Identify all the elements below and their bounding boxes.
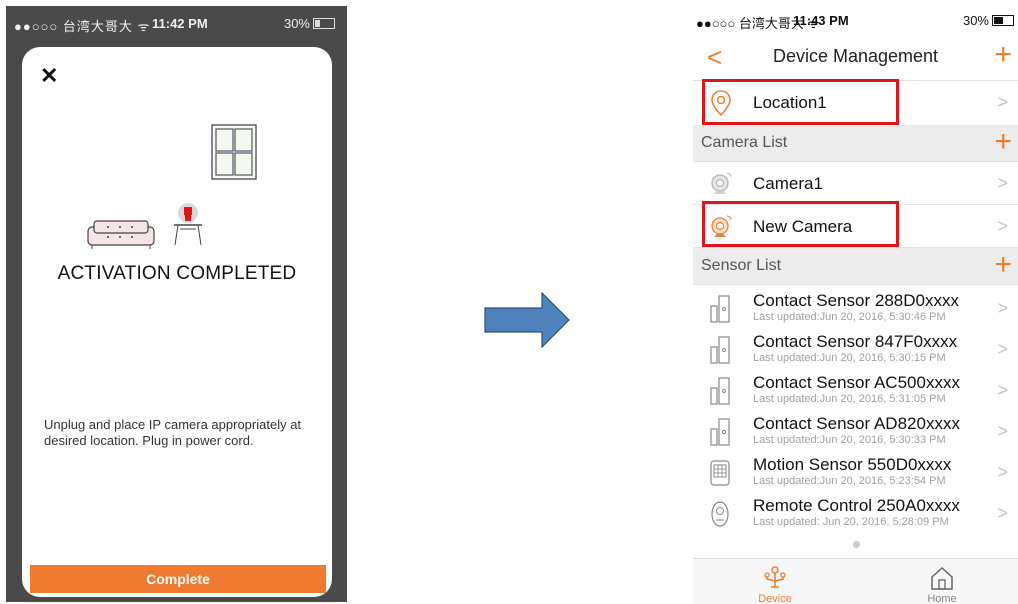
tab-device[interactable]: Device [725, 559, 825, 604]
sensor-name: Contact Sensor 847F0xxxx [753, 332, 958, 351]
sensor-list-header: Sensor List + [693, 248, 1018, 285]
battery-percent: 30% [283, 16, 310, 31]
sensor-last-updated: Last updated: Jun 20, 2016, 5:28:09 PM [753, 516, 949, 528]
battery-icon [313, 18, 335, 29]
close-icon[interactable]: ✕ [40, 63, 58, 89]
battery-icon [992, 15, 1014, 26]
camera-row[interactable]: Camera1 > [693, 162, 1018, 205]
chevron-right-icon: > [997, 421, 1008, 441]
contact-sensor-icon [710, 336, 730, 364]
tab-device-label: Device [758, 593, 792, 604]
remote-control-icon [711, 501, 729, 527]
tab-home-label: Home [927, 593, 957, 604]
add-camera-button[interactable]: + [994, 125, 1012, 159]
device-tree-icon [764, 566, 786, 588]
add-sensor-button[interactable]: + [994, 248, 1012, 282]
activation-title: ACTIVATION COMPLETED [57, 263, 297, 284]
chevron-right-icon: > [997, 503, 1008, 523]
activation-card: ✕ ACTIVATION COMPLETED Unplug and place [22, 47, 332, 597]
sensor-name: Remote Control 250A0xxxx [753, 496, 960, 515]
sensor-last-updated: Last updated:Jun 20, 2016, 5:23:54 PM [753, 475, 946, 487]
tab-home[interactable]: Home [892, 559, 992, 604]
camera-label: Camera1 [753, 174, 823, 193]
location-highlight-box [702, 79, 899, 125]
camera-list-header: Camera List + [693, 125, 1018, 162]
page-title: Device Management [772, 46, 939, 66]
sensor-name: Contact Sensor AC500xxxx [753, 373, 960, 392]
contact-sensor-icon [710, 418, 730, 446]
carrier-signal: ●●○○○ 台湾大哥大 ᯤ [14, 19, 151, 34]
activation-instructions: Unplug and place IP camera appropriately… [44, 417, 302, 448]
sensor-last-updated: Last updated:Jun 20, 2016, 5:31:05 PM [753, 393, 946, 405]
status-time: 11:43 PM [793, 13, 849, 28]
chevron-right-icon: > [997, 92, 1008, 112]
sensor-row[interactable]: Contact Sensor AD820xxxx Last updated:Ju… [693, 411, 1018, 451]
battery-indicator: 30% [963, 13, 1014, 28]
chevron-right-icon: > [997, 380, 1008, 400]
chevron-right-icon: > [997, 298, 1008, 318]
status-bar: ●●○○○ 台湾大哥大 ᯤ 11:43 PM 30% [693, 8, 1018, 31]
chevron-right-icon: > [997, 216, 1008, 236]
chevron-right-icon: > [997, 462, 1008, 482]
status-bar: ●●○○○ 台湾大哥大 ᯤ 11:42 PM 30% [6, 6, 347, 40]
chevron-right-icon: > [997, 339, 1008, 359]
tab-bar: Device Home [693, 558, 1018, 604]
status-time: 11:42 PM [152, 16, 208, 31]
add-location-button[interactable]: + [994, 38, 1012, 72]
sensor-last-updated: Last updated:Jun 20, 2016, 5:30:46 PM [753, 311, 946, 323]
home-icon [931, 566, 953, 590]
sensor-list-title: Sensor List [701, 257, 782, 274]
right-arrow-icon [484, 292, 570, 348]
nav-bar: < Device Management + [693, 32, 1018, 81]
new-camera-highlight-box [702, 201, 899, 247]
sensor-name: Contact Sensor AD820xxxx [753, 414, 960, 433]
sensor-name: Motion Sensor 550D0xxxx [753, 455, 952, 474]
sensor-last-updated: Last updated:Jun 20, 2016, 5:30:15 PM [753, 352, 946, 364]
battery-percent: 30% [962, 13, 989, 28]
battery-indicator: 30% [284, 16, 335, 31]
living-room-illustration-icon [87, 124, 257, 249]
camera-icon [711, 172, 732, 194]
page-indicator [853, 541, 860, 548]
contact-sensor-icon [710, 295, 730, 323]
sensor-last-updated: Last updated:Jun 20, 2016, 5:30:33 PM [753, 434, 946, 446]
motion-sensor-icon [710, 460, 730, 486]
sensor-row[interactable]: Motion Sensor 550D0xxxx Last updated:Jun… [693, 452, 1018, 492]
sensor-row[interactable]: Contact Sensor AC500xxxx Last updated:Ju… [693, 370, 1018, 410]
sensor-row[interactable]: Remote Control 250A0xxxx Last updated: J… [693, 493, 1018, 531]
sensor-row[interactable]: Contact Sensor 288D0xxxx Last updated:Ju… [693, 288, 1018, 328]
sensor-row[interactable]: Contact Sensor 847F0xxxx Last updated:Ju… [693, 329, 1018, 369]
device-management-screen: ●●○○○ 台湾大哥大 ᯤ 11:43 PM 30% < Device Mana… [693, 8, 1018, 604]
activation-screen: ●●○○○ 台湾大哥大 ᯤ 11:42 PM 30% ✕ ACTIVATION … [6, 6, 347, 602]
contact-sensor-icon [710, 377, 730, 405]
complete-button[interactable]: Complete [30, 565, 326, 593]
camera-list-title: Camera List [701, 134, 788, 151]
sensor-name: Contact Sensor 288D0xxxx [753, 291, 959, 310]
chevron-right-icon: > [997, 173, 1008, 193]
